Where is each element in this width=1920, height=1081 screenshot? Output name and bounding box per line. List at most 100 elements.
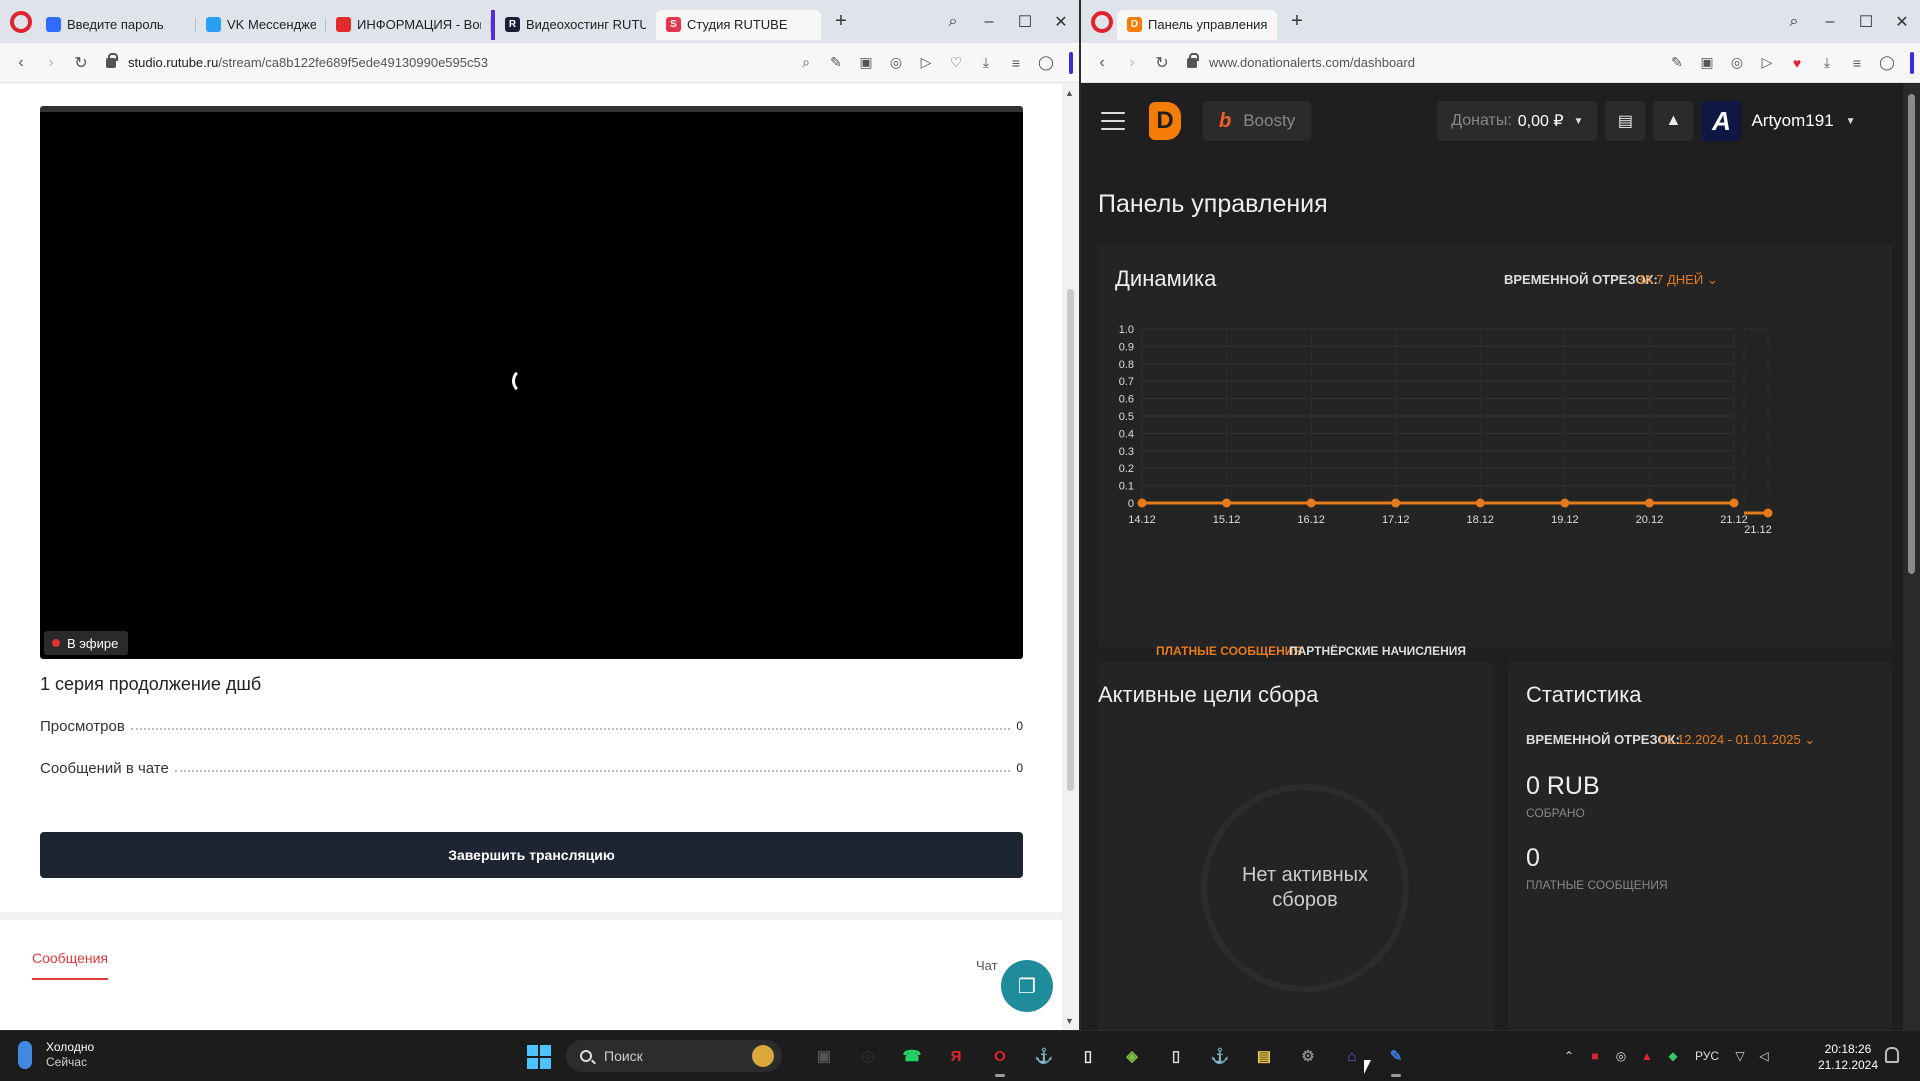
back-button[interactable]: ‹: [6, 54, 36, 72]
opera-menu-icon[interactable]: [10, 10, 32, 33]
file-icon[interactable]: ▯: [1072, 1040, 1104, 1072]
sidebar-toggle[interactable]: [1069, 51, 1073, 74]
minimize-button[interactable]: –: [971, 13, 1007, 31]
taskbar-search[interactable]: Поиск: [566, 1040, 782, 1072]
boosty-button[interactable]: b Boosty: [1203, 101, 1312, 141]
da-header: D b Boosty Донаты: 0,00 ₽ ▼ ▤ ▲ A Artyom…: [1081, 84, 1903, 158]
browser-tab[interactable]: VK Мессенджер: [196, 10, 326, 40]
section-divider: [0, 912, 1062, 920]
period-select[interactable]: ЗА 7 ДНЕЙ ⌄: [1636, 272, 1718, 288]
zoom-icon[interactable]: ⌕: [791, 54, 821, 71]
bell-icon[interactable]: ▲: [1653, 101, 1694, 141]
play-icon[interactable]: ▷: [911, 54, 941, 71]
whatsapp-icon[interactable]: ☎: [896, 1040, 928, 1072]
snapshot-icon[interactable]: ▣: [851, 54, 881, 71]
url-field[interactable]: www.donationalerts.com/dashboard: [1187, 52, 1662, 70]
tab-messages[interactable]: Сообщения: [32, 950, 108, 980]
statistics-card: Статистика ВРЕМЕННОЙ ОТРЕЗОК: 01.12.2024…: [1508, 662, 1892, 1030]
task-view-icon[interactable]: ▣: [808, 1040, 840, 1072]
app-icon[interactable]: ◎: [852, 1040, 884, 1072]
new-tab-button[interactable]: +: [827, 8, 855, 36]
tray-steam-icon[interactable]: ◎: [1608, 1049, 1634, 1063]
page-scrollbar[interactable]: [1903, 84, 1920, 1030]
notifications-bell-icon[interactable]: [1885, 1047, 1899, 1063]
download-icon[interactable]: ⤓: [971, 54, 1001, 71]
video-player[interactable]: В эфире: [40, 106, 1023, 659]
browser-tab[interactable]: R Видеохостинг RUTUBE: [491, 9, 656, 40]
heart-icon[interactable]: ♥: [1782, 55, 1812, 71]
settings-icon[interactable]: ⚙: [1292, 1040, 1324, 1072]
end-stream-button[interactable]: Завершить трансляцию: [40, 832, 1023, 878]
yandex-browser-icon[interactable]: Я: [940, 1040, 972, 1072]
explorer-icon[interactable]: ▤: [1248, 1040, 1280, 1072]
download-icon[interactable]: ⤓: [1812, 54, 1842, 71]
mouse-cursor-icon: [1364, 1060, 1376, 1074]
address-bar: ‹ › ↻ studio.rutube.ru/stream/ca8b122fe6…: [0, 43, 1079, 83]
sidebar-toggle[interactable]: [1910, 51, 1914, 74]
close-window-button[interactable]: ✕: [1043, 12, 1079, 32]
new-tab-button[interactable]: +: [1283, 8, 1311, 36]
show-hidden-icons[interactable]: ⌃: [1556, 1049, 1582, 1063]
profile-icon[interactable]: ◯: [1872, 54, 1902, 71]
boosty-icon: b: [1219, 109, 1232, 132]
news-icon[interactable]: ▤: [1605, 101, 1646, 141]
easy-setup-icon[interactable]: ≡: [1842, 55, 1872, 71]
tab-strip: D Панель управления - Па + ⌕ – ☐ ✕: [1081, 0, 1920, 43]
browser-tab[interactable]: Введите пароль: [36, 10, 196, 40]
language-indicator[interactable]: РУС: [1686, 1049, 1728, 1063]
tab-search-icon[interactable]: ⌕: [935, 13, 971, 31]
tab-search-icon[interactable]: ⌕: [1776, 13, 1812, 31]
page-scrollbar[interactable]: ▲ ▼: [1062, 84, 1079, 1030]
start-button[interactable]: [527, 1045, 551, 1069]
reload-button[interactable]: ↻: [1147, 53, 1177, 73]
weather-widget[interactable]: Холодно Сейчас: [18, 1040, 94, 1070]
opera-icon[interactable]: O: [984, 1040, 1016, 1077]
user-menu[interactable]: A Artyom191 ▼: [1701, 99, 1856, 143]
chat-fab-button[interactable]: ❐: [1001, 960, 1053, 1012]
avatar: A: [1701, 101, 1742, 141]
y-tick-label: 0: [1128, 498, 1134, 510]
share-icon[interactable]: ✎: [821, 54, 851, 71]
steam-alt-icon[interactable]: ⚓: [1204, 1040, 1236, 1072]
snapshot-icon[interactable]: ▣: [1692, 54, 1722, 71]
donationalerts-logo[interactable]: D: [1149, 102, 1181, 140]
heart-icon[interactable]: ♡: [941, 54, 971, 71]
menu-icon[interactable]: [1101, 112, 1125, 130]
chat-label[interactable]: Чат: [976, 958, 998, 973]
reload-button[interactable]: ↻: [66, 53, 96, 73]
navigator-point: [1763, 508, 1773, 518]
volume-icon[interactable]: ◁: [1752, 1049, 1776, 1063]
share-icon[interactable]: ✎: [1662, 54, 1692, 71]
tray-red-triangle-icon[interactable]: ▲: [1634, 1049, 1660, 1063]
period-select[interactable]: 01.12.2024 - 01.01.2025 ⌄: [1659, 732, 1815, 748]
profile-icon[interactable]: ◯: [1031, 54, 1061, 71]
browser-tab-active[interactable]: S Студия RUTUBE: [656, 9, 821, 40]
donations-balance-button[interactable]: Донаты: 0,00 ₽ ▼: [1437, 101, 1598, 141]
url-field[interactable]: studio.rutube.ru/stream/ca8b122fe689f5ed…: [106, 52, 791, 70]
wifi-icon[interactable]: ▽: [1728, 1049, 1752, 1063]
tray-vpn-icon[interactable]: ◆: [1660, 1049, 1686, 1063]
tab-partner-earnings[interactable]: ПАРТНЁРСКИЕ НАЧИСЛЕНИЯ: [1289, 644, 1466, 658]
forward-button[interactable]: ›: [36, 54, 66, 72]
opera-menu-icon[interactable]: [1091, 10, 1113, 33]
data-point: [1560, 498, 1570, 508]
forward-button[interactable]: ›: [1117, 54, 1147, 72]
pen-app-icon[interactable]: ✎: [1380, 1040, 1412, 1077]
clock[interactable]: 20:18:26 21.12.2024: [1808, 1041, 1888, 1073]
browser-tab[interactable]: ИНФОРМАЦИЯ - Воин: [326, 10, 491, 40]
browser-tab-active[interactable]: D Панель управления - Па: [1117, 9, 1277, 40]
easy-setup-icon[interactable]: ≡: [1001, 55, 1031, 71]
tray-app-icon[interactable]: ■: [1582, 1049, 1608, 1063]
document-icon[interactable]: ▯: [1160, 1040, 1192, 1072]
steam-icon[interactable]: ⚓: [1028, 1040, 1060, 1072]
tab-paid-messages[interactable]: ПЛАТНЫЕ СООБЩЕНИЯ: [1156, 644, 1302, 658]
close-window-button[interactable]: ✕: [1884, 12, 1920, 32]
minimize-button[interactable]: –: [1812, 13, 1848, 31]
shield-icon[interactable]: ◎: [881, 54, 911, 71]
play-icon[interactable]: ▷: [1752, 54, 1782, 71]
maximize-button[interactable]: ☐: [1007, 12, 1043, 32]
bluestacks-icon[interactable]: ◈: [1116, 1040, 1148, 1072]
back-button[interactable]: ‹: [1087, 54, 1117, 72]
shield-icon[interactable]: ◎: [1722, 54, 1752, 71]
maximize-button[interactable]: ☐: [1848, 12, 1884, 32]
